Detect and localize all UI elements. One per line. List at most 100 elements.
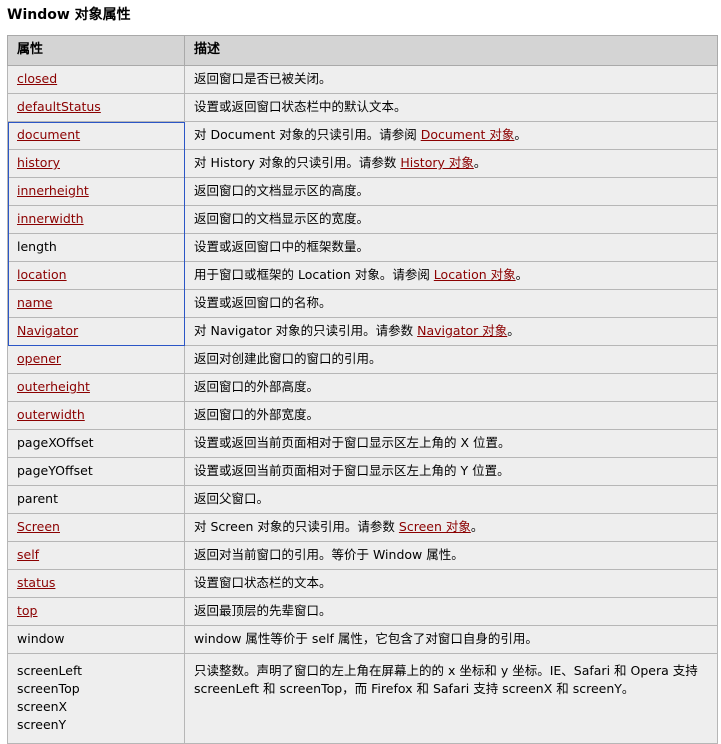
description-link[interactable]: Navigator 对象: [417, 323, 507, 338]
property-name-cell[interactable]: innerheight: [7, 177, 185, 206]
property-description-cell: 设置窗口状态栏的文本。: [184, 569, 718, 598]
description-text: 返回对创建此窗口的窗口的引用。: [194, 351, 382, 366]
property-link[interactable]: status: [17, 575, 55, 590]
property-description-cell: 设置或返回窗口状态栏中的默认文本。: [184, 93, 718, 122]
property-description-cell: 对 Document 对象的只读引用。请参阅 Document 对象。: [184, 121, 718, 150]
property-name-cell[interactable]: self: [7, 541, 185, 570]
property-link[interactable]: self: [17, 547, 39, 562]
property-label: length: [17, 239, 57, 254]
property-label: pageYOffset: [17, 463, 93, 478]
description-text: 设置或返回当前页面相对于窗口显示区左上角的 X 位置。: [194, 435, 511, 450]
table-header: 属性 描述: [7, 35, 718, 66]
property-label: window: [17, 631, 65, 646]
table-row: window window 属性等价于 self 属性，它包含了对窗口自身的引用。: [7, 625, 718, 654]
table-row: defaultStatus 设置或返回窗口状态栏中的默认文本。: [7, 93, 718, 122]
description-text: 。: [514, 127, 527, 142]
description-text: 对 Screen 对象的只读引用。请参数: [194, 519, 399, 534]
table-row: screenLeft screenTop screenX screenY 只读整数…: [7, 653, 718, 744]
table-row: self 返回对当前窗口的引用。等价于 Window 属性。: [7, 541, 718, 570]
property-link[interactable]: Navigator: [17, 323, 78, 338]
description-link[interactable]: Screen 对象: [399, 519, 471, 534]
property-name-cell[interactable]: defaultStatus: [7, 93, 185, 122]
property-name-cell[interactable]: closed: [7, 65, 185, 94]
property-name-cell[interactable]: document: [7, 121, 185, 150]
property-label: pageXOffset: [17, 435, 94, 450]
property-name-cell[interactable]: outerheight: [7, 373, 185, 402]
property-link[interactable]: innerwidth: [17, 211, 84, 226]
table-row: outerwidth 返回窗口的外部宽度。: [7, 401, 718, 430]
table-row: length 设置或返回窗口中的框架数量。: [7, 233, 718, 262]
property-link[interactable]: Screen: [17, 519, 60, 534]
description-text: 对 Navigator 对象的只读引用。请参数: [194, 323, 418, 338]
description-text: 返回对当前窗口的引用。等价于 Window 属性。: [194, 547, 464, 562]
table-row: Screen 对 Screen 对象的只读引用。请参数 Screen 对象。: [7, 513, 718, 542]
description-text: 。: [515, 267, 529, 282]
property-name-cell[interactable]: history: [7, 149, 185, 178]
table-row: pageXOffset 设置或返回当前页面相对于窗口显示区左上角的 X 位置。: [7, 429, 718, 458]
page-title: Window 对象属性: [7, 7, 131, 23]
property-link[interactable]: opener: [17, 351, 61, 366]
description-text: 返回窗口是否已被关闭。: [194, 71, 332, 86]
description-text: 只读整数。声明了窗口的左上角在屏幕上的的 x 坐标和 y 坐标。IE、Safar…: [194, 663, 698, 696]
property-link[interactable]: location: [17, 267, 67, 282]
page-root: Window 对象属性 属性 描述 closed 返回窗口是否已被关闭。 defau…: [0, 0, 721, 744]
description-text: 设置或返回窗口中的框架数量。: [194, 239, 370, 254]
description-text: 返回窗口的外部宽度。: [194, 407, 320, 422]
property-name-cell[interactable]: outerwidth: [7, 401, 185, 430]
table-row: innerwidth 返回窗口的文档显示区的宽度。: [7, 205, 718, 234]
description-text: 设置或返回窗口状态栏中的默认文本。: [194, 99, 407, 114]
table-row: name 设置或返回窗口的名称。: [7, 289, 718, 318]
table-row: history 对 History 对象的只读引用。请参数 History 对象。: [7, 149, 718, 178]
property-description-cell: 返回窗口的文档显示区的高度。: [184, 177, 718, 206]
property-name-cell[interactable]: Navigator: [7, 317, 185, 346]
property-link[interactable]: document: [17, 127, 80, 142]
property-name-cell[interactable]: location: [7, 261, 185, 290]
property-name-cell[interactable]: innerwidth: [7, 205, 185, 234]
property-label: parent: [17, 491, 58, 506]
description-link[interactable]: Location 对象: [434, 267, 516, 282]
table-row: Navigator 对 Navigator 对象的只读引用。请参数 Navigat…: [7, 317, 718, 346]
property-link[interactable]: outerwidth: [17, 407, 85, 422]
description-text: 设置窗口状态栏的文本。: [194, 575, 332, 590]
property-link[interactable]: history: [17, 155, 60, 170]
table-row: innerheight 返回窗口的文档显示区的高度。: [7, 177, 718, 206]
property-name-cell: screenLeft screenTop screenX screenY: [7, 653, 185, 744]
property-link[interactable]: closed: [17, 71, 57, 86]
property-name-cell[interactable]: name: [7, 289, 185, 318]
property-link[interactable]: defaultStatus: [17, 99, 101, 114]
description-link[interactable]: History 对象: [400, 155, 473, 170]
property-description-cell: 设置或返回当前页面相对于窗口显示区左上角的 Y 位置。: [184, 457, 718, 486]
property-description-cell: 返回窗口的外部宽度。: [184, 401, 718, 430]
property-description-cell: 返回父窗口。: [184, 485, 718, 514]
table-row: document 对 Document 对象的只读引用。请参阅 Document …: [7, 121, 718, 150]
properties-table-wrap: 属性 描述 closed 返回窗口是否已被关闭。 defaultStatus 设置或返…: [7, 35, 718, 744]
description-text: 返回窗口的文档显示区的宽度。: [194, 211, 370, 226]
table-body: closed 返回窗口是否已被关闭。 defaultStatus 设置或返回窗口状态栏…: [7, 65, 718, 744]
property-name-cell[interactable]: status: [7, 569, 185, 598]
description-text: 对 Document 对象的只读引用。请参阅: [194, 127, 421, 142]
property-name-cell: pageXOffset: [7, 429, 185, 458]
property-name-cell[interactable]: opener: [7, 345, 185, 374]
property-description-cell: 只读整数。声明了窗口的左上角在屏幕上的的 x 坐标和 y 坐标。IE、Safar…: [184, 653, 718, 744]
table-row: location 用于窗口或框架的 Location 对象。请参阅 Locatio…: [7, 261, 718, 290]
description-text: window 属性等价于 self 属性，它包含了对窗口自身的引用。: [194, 631, 538, 646]
property-link[interactable]: name: [17, 295, 52, 310]
description-text: 用于窗口或框架的 Location 对象。请参阅: [194, 267, 434, 282]
property-name-cell[interactable]: Screen: [7, 513, 185, 542]
property-description-cell: 返回窗口的文档显示区的宽度。: [184, 205, 718, 234]
property-description-cell: 用于窗口或框架的 Location 对象。请参阅 Location 对象。: [184, 261, 718, 290]
table-row: pageYOffset 设置或返回当前页面相对于窗口显示区左上角的 Y 位置。: [7, 457, 718, 486]
description-link[interactable]: Document 对象: [421, 127, 515, 142]
description-text: 。: [507, 323, 520, 338]
table-header-row: 属性 描述: [7, 35, 718, 66]
property-name-cell[interactable]: top: [7, 597, 185, 626]
description-text: 返回窗口的文档显示区的高度。: [194, 183, 370, 198]
property-name-cell: pageYOffset: [7, 457, 185, 486]
property-name-cell: window: [7, 625, 185, 654]
table-row: closed 返回窗口是否已被关闭。: [7, 65, 718, 94]
property-description-cell: 对 Navigator 对象的只读引用。请参数 Navigator 对象。: [184, 317, 718, 346]
property-link[interactable]: outerheight: [17, 379, 90, 394]
property-link[interactable]: top: [17, 603, 37, 618]
property-label: screenLeft screenTop screenX screenY: [17, 663, 83, 732]
property-link[interactable]: innerheight: [17, 183, 89, 198]
